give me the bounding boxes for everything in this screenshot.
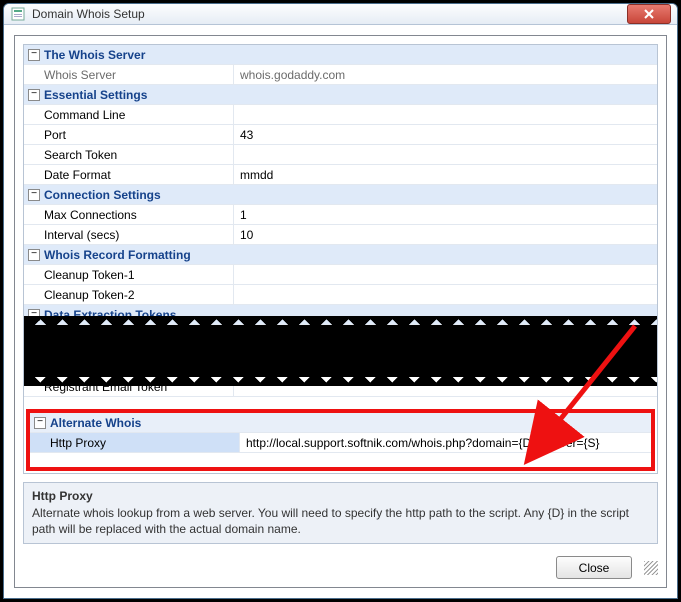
group-record-formatting[interactable]: − Whois Record Formatting (24, 245, 657, 265)
close-window-button[interactable] (627, 4, 671, 24)
http-proxy-input[interactable] (246, 434, 651, 452)
close-button[interactable]: Close (556, 556, 632, 579)
group-title: Connection Settings (44, 188, 161, 202)
row-search-token[interactable]: Search Token (24, 145, 657, 165)
help-panel: Http Proxy Alternate whois lookup from a… (23, 482, 658, 544)
expander-icon[interactable]: − (28, 249, 40, 261)
row-date-format[interactable]: Date Format (24, 165, 657, 185)
row-label: Date Format (24, 165, 234, 184)
expander-icon[interactable]: − (28, 49, 40, 61)
group-title: Essential Settings (44, 88, 147, 102)
row-cleanup-token-1[interactable]: Cleanup Token-1 (24, 265, 657, 285)
row-command-line[interactable]: Command Line (24, 105, 657, 125)
max-connections-input[interactable] (240, 206, 657, 224)
group-title: The Whois Server (44, 48, 145, 62)
row-http-proxy[interactable]: Http Proxy (30, 433, 651, 453)
row-label: Command Line (24, 105, 234, 124)
cleanup-token-2-input[interactable] (240, 286, 657, 304)
row-label: Whois Server (24, 65, 234, 84)
row-label: Http Proxy (30, 433, 240, 452)
row-whois-server[interactable]: Whois Server (24, 65, 657, 85)
highlight-box: − Alternate Whois Http Proxy (26, 409, 655, 471)
torn-section (24, 325, 657, 377)
close-icon (644, 9, 654, 19)
titlebar[interactable]: Domain Whois Setup (4, 4, 677, 25)
group-essential-settings[interactable]: − Essential Settings (24, 85, 657, 105)
row-label: Cleanup Token-2 (24, 285, 234, 304)
expander-icon[interactable]: − (28, 189, 40, 201)
help-title: Http Proxy (32, 489, 649, 503)
row-cleanup-token-2[interactable]: Cleanup Token-2 (24, 285, 657, 305)
row-label: Search Token (24, 145, 234, 164)
cleanup-token-1-input[interactable] (240, 266, 657, 284)
dialog-window: Domain Whois Setup − The Whois Server Wh… (3, 3, 678, 599)
row-label: Port (24, 125, 234, 144)
app-icon (10, 6, 26, 22)
expander-icon[interactable]: − (34, 417, 46, 429)
whois-server-input[interactable] (240, 66, 657, 84)
search-token-input[interactable] (240, 146, 657, 164)
window-title: Domain Whois Setup (32, 7, 621, 21)
row-port[interactable]: Port (24, 125, 657, 145)
row-label: Max Connections (24, 205, 234, 224)
group-connection-settings[interactable]: − Connection Settings (24, 185, 657, 205)
property-grid: − The Whois Server Whois Server − Essent… (23, 44, 658, 474)
date-format-input[interactable] (240, 166, 657, 184)
interval-input[interactable] (240, 226, 657, 244)
command-line-input[interactable] (240, 106, 657, 124)
content-panel: − The Whois Server Whois Server − Essent… (14, 35, 667, 588)
port-input[interactable] (240, 126, 657, 144)
group-alternate-whois[interactable]: − Alternate Whois (30, 413, 651, 433)
resize-grip[interactable] (644, 561, 658, 575)
help-body: Alternate whois lookup from a web server… (32, 505, 649, 537)
row-max-connections[interactable]: Max Connections (24, 205, 657, 225)
expander-icon[interactable]: − (28, 89, 40, 101)
row-interval[interactable]: Interval (secs) (24, 225, 657, 245)
group-title: Alternate Whois (50, 416, 141, 430)
button-bar: Close (15, 552, 666, 587)
row-label: Cleanup Token-1 (24, 265, 234, 284)
group-whois-server[interactable]: − The Whois Server (24, 45, 657, 65)
group-title: Whois Record Formatting (44, 248, 191, 262)
row-label: Interval (secs) (24, 225, 234, 244)
